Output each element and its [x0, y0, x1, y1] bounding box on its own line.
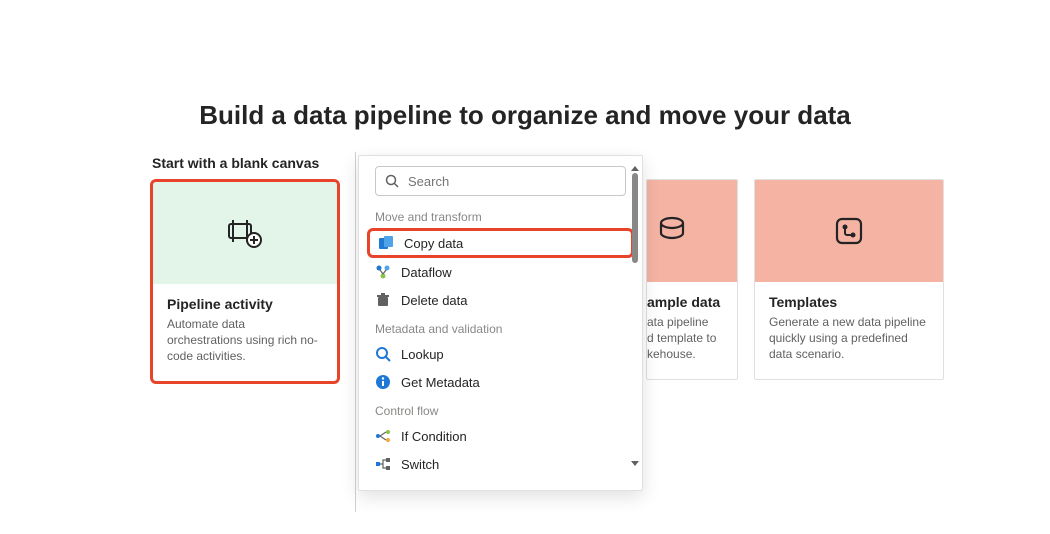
menu-item-get-metadata[interactable]: Get Metadata: [359, 368, 642, 396]
page-title: Build a data pipeline to organize and mo…: [0, 0, 1050, 155]
switch-icon: [375, 456, 391, 472]
dataflow-icon: [375, 264, 391, 280]
menu-item-label: If Condition: [401, 429, 467, 444]
scroll-thumb[interactable]: [632, 173, 638, 263]
sample-data-title: ample data: [647, 294, 738, 310]
pipeline-activity-card[interactable]: Pipeline activity Automate data orchestr…: [150, 179, 340, 384]
menu-item-label: Get Metadata: [401, 375, 480, 390]
pipeline-activity-icon: [153, 182, 337, 284]
trash-icon: [375, 292, 391, 308]
info-icon: [375, 374, 391, 390]
pipeline-activity-title: Pipeline activity: [167, 296, 323, 312]
group-control-flow: Control flow: [359, 396, 642, 422]
menu-item-switch[interactable]: Switch: [359, 450, 642, 478]
copy-data-icon: [378, 235, 394, 251]
scroll-down-icon[interactable]: [631, 461, 639, 466]
templates-card[interactable]: Templates Generate a new data pipeline q…: [754, 179, 944, 380]
search-box[interactable]: [375, 166, 626, 196]
menu-item-label: Delete data: [401, 293, 468, 308]
menu-item-label: Lookup: [401, 347, 444, 362]
sample-data-card[interactable]: ample data ata pipeline d template to ke…: [646, 179, 738, 380]
lookup-icon: [375, 346, 391, 362]
search-icon: [384, 173, 400, 189]
scroll-up-icon[interactable]: [631, 166, 639, 171]
pipeline-activity-desc: Automate data orchestrations using rich …: [167, 316, 323, 365]
menu-item-lookup[interactable]: Lookup: [359, 340, 642, 368]
section-label-blank: Start with a blank canvas: [152, 155, 340, 171]
menu-item-delete-data[interactable]: Delete data: [359, 286, 642, 314]
menu-item-label: Switch: [401, 457, 439, 472]
menu-item-label: Copy data: [404, 236, 463, 251]
templates-title: Templates: [769, 294, 929, 310]
vertical-divider: [355, 152, 356, 512]
menu-item-if-condition[interactable]: If Condition: [359, 422, 642, 450]
group-metadata-validation: Metadata and validation: [359, 314, 642, 340]
templates-desc: Generate a new data pipeline quickly usi…: [769, 314, 929, 363]
group-move-transform: Move and transform: [359, 202, 642, 228]
if-condition-icon: [375, 428, 391, 444]
menu-item-copy-data[interactable]: Copy data: [367, 228, 634, 258]
activity-picker-dropdown: Move and transform Copy data Dataflow De…: [358, 155, 643, 491]
sample-data-desc: ata pipeline d template to kehouse.: [647, 314, 738, 363]
menu-item-dataflow[interactable]: Dataflow: [359, 258, 642, 286]
dropdown-scrollbar[interactable]: [631, 166, 639, 466]
search-input[interactable]: [406, 173, 617, 190]
templates-icon: [755, 180, 943, 282]
menu-item-label: Dataflow: [401, 265, 452, 280]
sample-data-icon: [647, 180, 737, 282]
